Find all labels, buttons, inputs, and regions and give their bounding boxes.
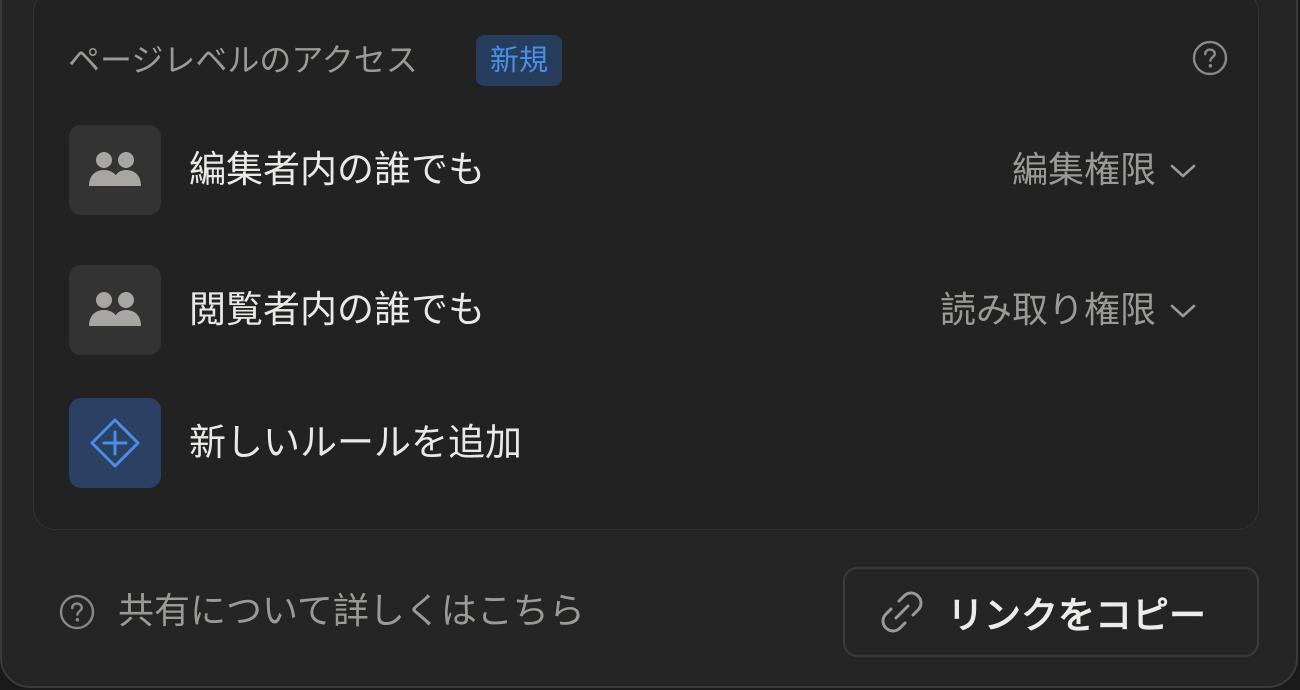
- help-icon[interactable]: [1192, 40, 1228, 76]
- new-badge: 新規: [476, 35, 562, 86]
- add-rule-label[interactable]: 新しいルールを追加: [189, 418, 522, 468]
- permission-label: 読み取り権限: [939, 290, 1156, 331]
- copy-link-label: リンクをコピー: [947, 594, 1206, 637]
- permission-dropdown-viewers[interactable]: 読み取り権限: [940, 286, 1196, 336]
- people-icon: [89, 292, 141, 326]
- chevron-down-icon: [1170, 164, 1196, 178]
- help-icon[interactable]: [59, 594, 95, 630]
- add-rule-button[interactable]: [69, 398, 161, 488]
- row-label-editors: 編集者内の誰でも: [189, 148, 485, 191]
- permission-label: 編集権限: [1011, 150, 1156, 191]
- copy-link-button[interactable]: リンクをコピー: [843, 567, 1259, 657]
- row-icon-viewers: [69, 265, 161, 355]
- people-icon: [89, 152, 141, 186]
- row-icon-editors: [69, 125, 161, 215]
- learn-more-link[interactable]: 共有について詳しくはこちら: [118, 587, 585, 637]
- row-label-viewers: 閲覧者内の誰でも: [189, 288, 485, 331]
- chevron-down-icon: [1170, 304, 1196, 318]
- diamond-plus-icon: [90, 418, 140, 468]
- section-title: ページレベルのアクセス: [68, 41, 418, 79]
- permission-dropdown-editors[interactable]: 編集権限: [1012, 146, 1196, 196]
- link-icon: [881, 591, 923, 633]
